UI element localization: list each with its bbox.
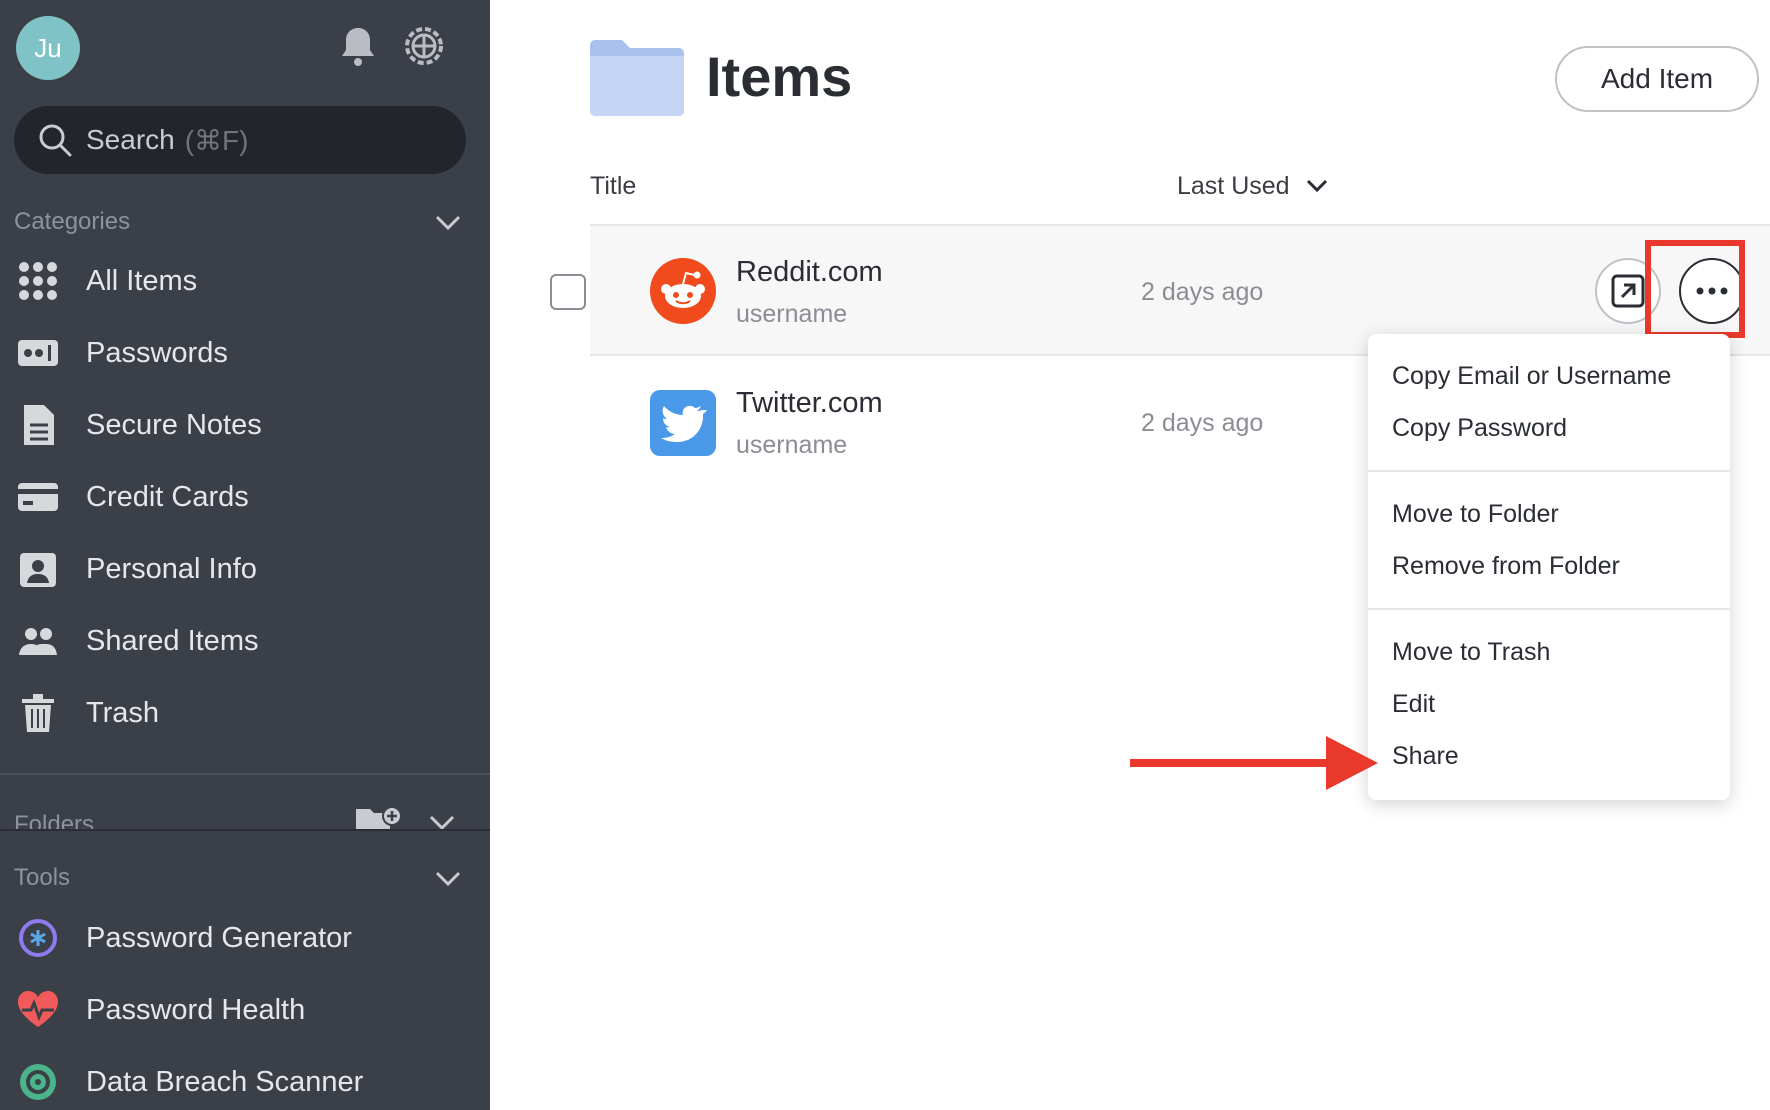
menu-item-move-to-trash[interactable]: Move to Trash bbox=[1392, 638, 1550, 667]
sidebar-item-label: Passwords bbox=[86, 336, 228, 369]
trash-icon bbox=[18, 693, 58, 733]
twitter-icon bbox=[650, 390, 716, 456]
sidebar-item-shared-items[interactable]: Shared Items bbox=[0, 611, 490, 671]
chevron-down-icon bbox=[435, 215, 461, 231]
sidebar-divider bbox=[0, 829, 490, 831]
sidebar-item-secure-notes[interactable]: Secure Notes bbox=[0, 395, 490, 455]
add-folder-icon[interactable] bbox=[356, 805, 404, 831]
note-icon bbox=[18, 405, 58, 445]
sidebar-item-personal-info[interactable]: Personal Info bbox=[0, 539, 490, 599]
sidebar-item-label: All Items bbox=[86, 264, 198, 297]
sidebar-item-label: Secure Notes bbox=[86, 408, 262, 441]
folder-icon bbox=[590, 40, 684, 116]
row-subtitle: username bbox=[736, 300, 848, 328]
sidebar-item-label: Credit Cards bbox=[86, 480, 249, 513]
row-checkbox[interactable] bbox=[550, 274, 586, 310]
highlight-box bbox=[1645, 240, 1745, 338]
menu-item-edit[interactable]: Edit bbox=[1392, 690, 1435, 719]
password-icon bbox=[18, 333, 58, 373]
sidebar-item-passwords[interactable]: Passwords bbox=[0, 323, 490, 383]
menu-separator bbox=[1368, 608, 1730, 610]
menu-item-copy-username[interactable]: Copy Email or Username bbox=[1392, 362, 1671, 391]
password-generator-icon bbox=[18, 918, 58, 958]
grid-icon bbox=[18, 261, 58, 301]
credit-card-icon bbox=[18, 477, 58, 517]
bell-icon[interactable] bbox=[334, 22, 382, 70]
user-avatar[interactable]: Ju bbox=[16, 16, 80, 80]
external-link-icon bbox=[1611, 274, 1645, 308]
sidebar-item-credit-cards[interactable]: Credit Cards bbox=[0, 467, 490, 527]
sidebar-item-label: Password Generator bbox=[86, 921, 352, 954]
menu-item-share[interactable]: Share bbox=[1392, 742, 1459, 771]
search-icon bbox=[39, 124, 72, 157]
search-bar[interactable]: Search (⌘F) bbox=[14, 106, 466, 174]
row-title: Twitter.com bbox=[736, 387, 883, 419]
menu-item-remove-from-folder[interactable]: Remove from Folder bbox=[1392, 552, 1620, 581]
menu-separator bbox=[1368, 470, 1730, 472]
context-menu: Copy Email or Username Copy Password Mov… bbox=[1368, 334, 1730, 800]
search-label: Search bbox=[86, 124, 175, 155]
menu-item-move-to-folder[interactable]: Move to Folder bbox=[1392, 500, 1559, 529]
sidebar-item-label: Data Breach Scanner bbox=[86, 1065, 364, 1098]
sidebar-item-password-generator[interactable]: Password Generator bbox=[0, 908, 490, 968]
target-icon bbox=[18, 1062, 58, 1102]
tools-heading: Tools bbox=[14, 864, 71, 891]
menu-item-copy-password[interactable]: Copy Password bbox=[1392, 414, 1567, 443]
categories-header[interactable]: Categories bbox=[14, 208, 464, 236]
row-subtitle: username bbox=[736, 431, 848, 459]
row-last-used: 2 days ago bbox=[1141, 278, 1264, 306]
row-last-used: 2 days ago bbox=[1141, 409, 1264, 437]
chevron-down-icon[interactable] bbox=[428, 815, 456, 829]
tools-header[interactable]: Tools bbox=[14, 864, 464, 892]
sidebar: Ju Search (⌘F) Categories All Items Pass… bbox=[0, 0, 490, 1110]
sidebar-item-label: Personal Info bbox=[86, 552, 257, 585]
column-header-title[interactable]: Title bbox=[590, 172, 636, 201]
id-card-icon bbox=[18, 549, 58, 589]
gear-icon[interactable] bbox=[400, 22, 448, 70]
categories-heading: Categories bbox=[14, 208, 131, 235]
sidebar-item-data-breach-scanner[interactable]: Data Breach Scanner bbox=[0, 1052, 490, 1110]
chevron-down-icon bbox=[1306, 179, 1327, 193]
sidebar-item-password-health[interactable]: Password Health bbox=[0, 980, 490, 1040]
annotation-arrow-icon bbox=[1130, 736, 1378, 790]
column-header-label: Last Used bbox=[1177, 172, 1290, 200]
sidebar-item-label: Trash bbox=[86, 696, 160, 729]
people-icon bbox=[18, 621, 58, 661]
sidebar-item-label: Password Health bbox=[86, 993, 306, 1026]
sidebar-item-label: Shared Items bbox=[86, 624, 259, 657]
sidebar-item-all-items[interactable]: All Items bbox=[0, 251, 490, 311]
heart-pulse-icon bbox=[18, 990, 58, 1030]
sidebar-divider bbox=[0, 773, 490, 775]
avatar-initials: Ju bbox=[34, 32, 62, 63]
folders-heading: Folders bbox=[14, 811, 95, 829]
chevron-down-icon bbox=[435, 871, 461, 887]
sidebar-item-trash[interactable]: Trash bbox=[0, 683, 490, 743]
row-title: Reddit.com bbox=[736, 256, 883, 288]
page-title: Items bbox=[706, 45, 853, 108]
column-header-last-used[interactable]: Last Used bbox=[1177, 172, 1329, 201]
search-shortcut: (⌘F) bbox=[184, 124, 249, 156]
add-item-button[interactable]: Add Item bbox=[1555, 46, 1759, 112]
reddit-icon bbox=[650, 258, 716, 324]
